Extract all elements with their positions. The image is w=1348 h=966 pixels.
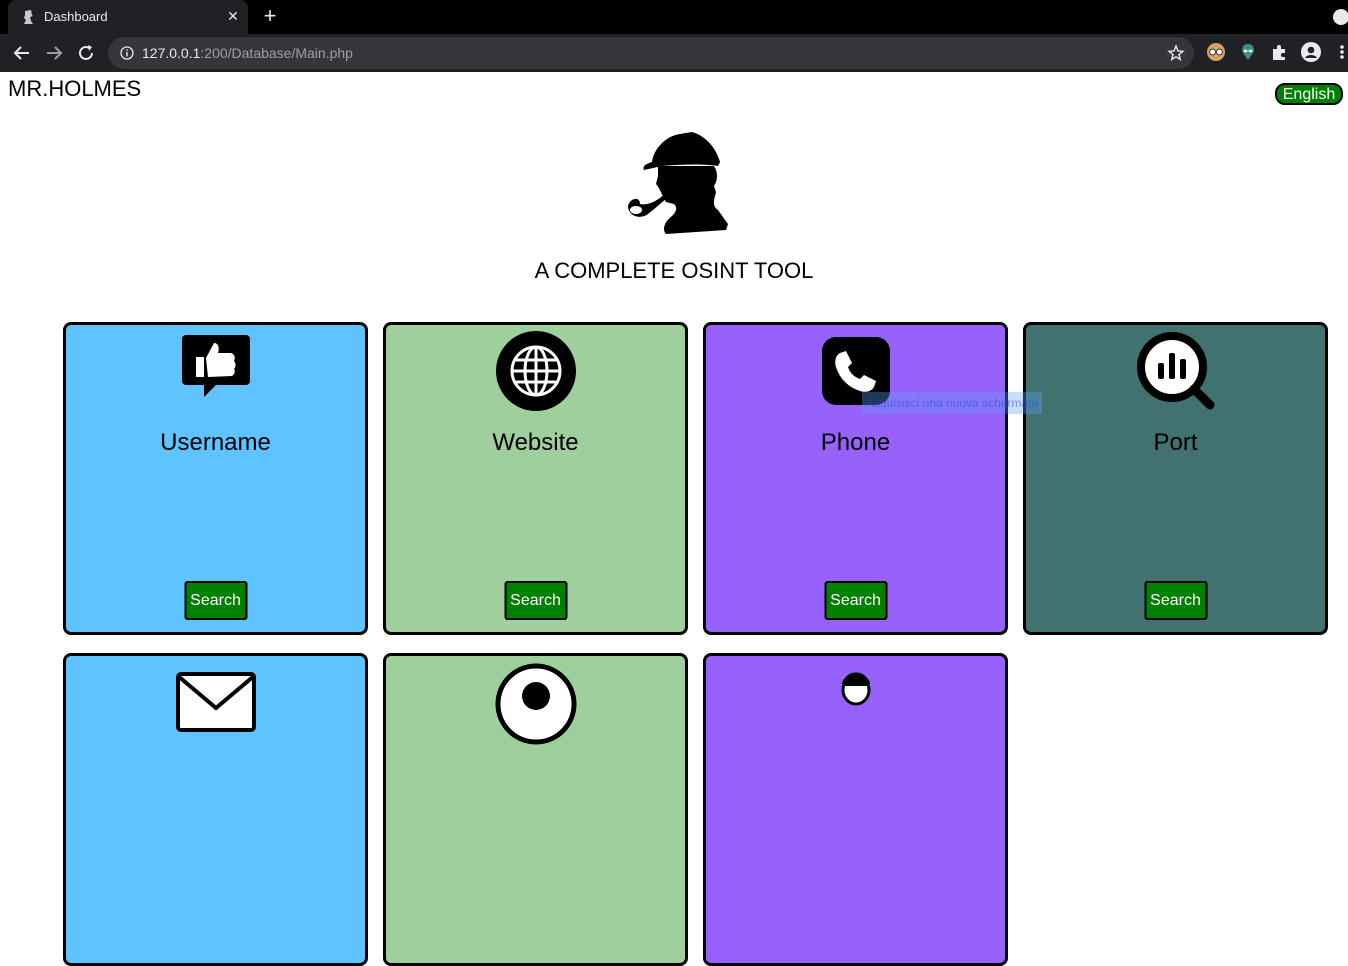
back-arrow-icon[interactable]	[11, 42, 33, 64]
detective-logo-icon	[628, 132, 728, 234]
card-username: Username Search	[63, 322, 368, 635]
extension-alien-icon[interactable]	[1238, 42, 1258, 62]
language-button[interactable]: English	[1275, 83, 1343, 105]
port-search-button[interactable]: Search	[1144, 581, 1207, 620]
person-pin-icon	[495, 663, 576, 745]
thumbs-up-speech-icon	[181, 335, 250, 397]
globe-icon	[495, 331, 576, 411]
url-text: 127.0.0.1:200/Database/Main.php	[142, 45, 353, 61]
browser-tab-bar: Dashboard ✕ +	[0, 0, 1348, 34]
browser-tab-dashboard[interactable]: Dashboard ✕	[8, 0, 248, 34]
forward-arrow-icon[interactable]	[43, 42, 65, 64]
website-search-button[interactable]: Search	[504, 581, 567, 620]
new-tab-icon[interactable]: +	[260, 5, 280, 27]
card-person-search	[383, 653, 688, 966]
screenshot-tooltip-ghost: Acquisisci una nuova schermata	[862, 392, 1043, 414]
detective-favicon-icon	[24, 10, 33, 24]
phone-search-button[interactable]: Search	[824, 581, 887, 620]
profile-avatar-icon[interactable]	[1301, 42, 1321, 62]
card-title-port: Port	[1153, 429, 1198, 456]
card-person	[703, 653, 1008, 966]
reload-icon[interactable]	[75, 42, 97, 64]
card-title-username: Username	[160, 429, 271, 456]
magnifier-chart-icon	[1136, 332, 1214, 410]
tab-title: Dashboard	[44, 9, 108, 24]
card-email	[63, 653, 368, 966]
card-phone: Phone Search	[703, 322, 1008, 635]
tab-search-icon[interactable]	[1333, 9, 1348, 25]
card-port: Port Search	[1023, 322, 1328, 635]
extensions-puzzle-icon[interactable]	[1270, 42, 1290, 62]
browser-toolbar: 127.0.0.1:200/Database/Main.php	[0, 34, 1348, 72]
brand-title: MR.HOLMES	[8, 76, 142, 101]
username-search-button[interactable]: Search	[184, 581, 247, 620]
address-bar[interactable]: 127.0.0.1:200/Database/Main.php	[108, 37, 1194, 69]
card-title-website: Website	[492, 429, 579, 456]
tagline: A COMPLETE OSINT TOOL	[534, 258, 814, 283]
bookmark-star-icon[interactable]	[1167, 44, 1185, 62]
person-icon	[841, 672, 870, 706]
extension-glasses-icon[interactable]	[1206, 42, 1226, 62]
card-title-phone: Phone	[820, 429, 891, 456]
envelope-icon	[175, 672, 256, 732]
card-website: Website Search	[383, 322, 688, 635]
site-info-icon[interactable]	[120, 46, 134, 60]
tab-close-icon[interactable]: ✕	[224, 7, 242, 25]
browser-menu-icon[interactable]	[1336, 42, 1348, 62]
